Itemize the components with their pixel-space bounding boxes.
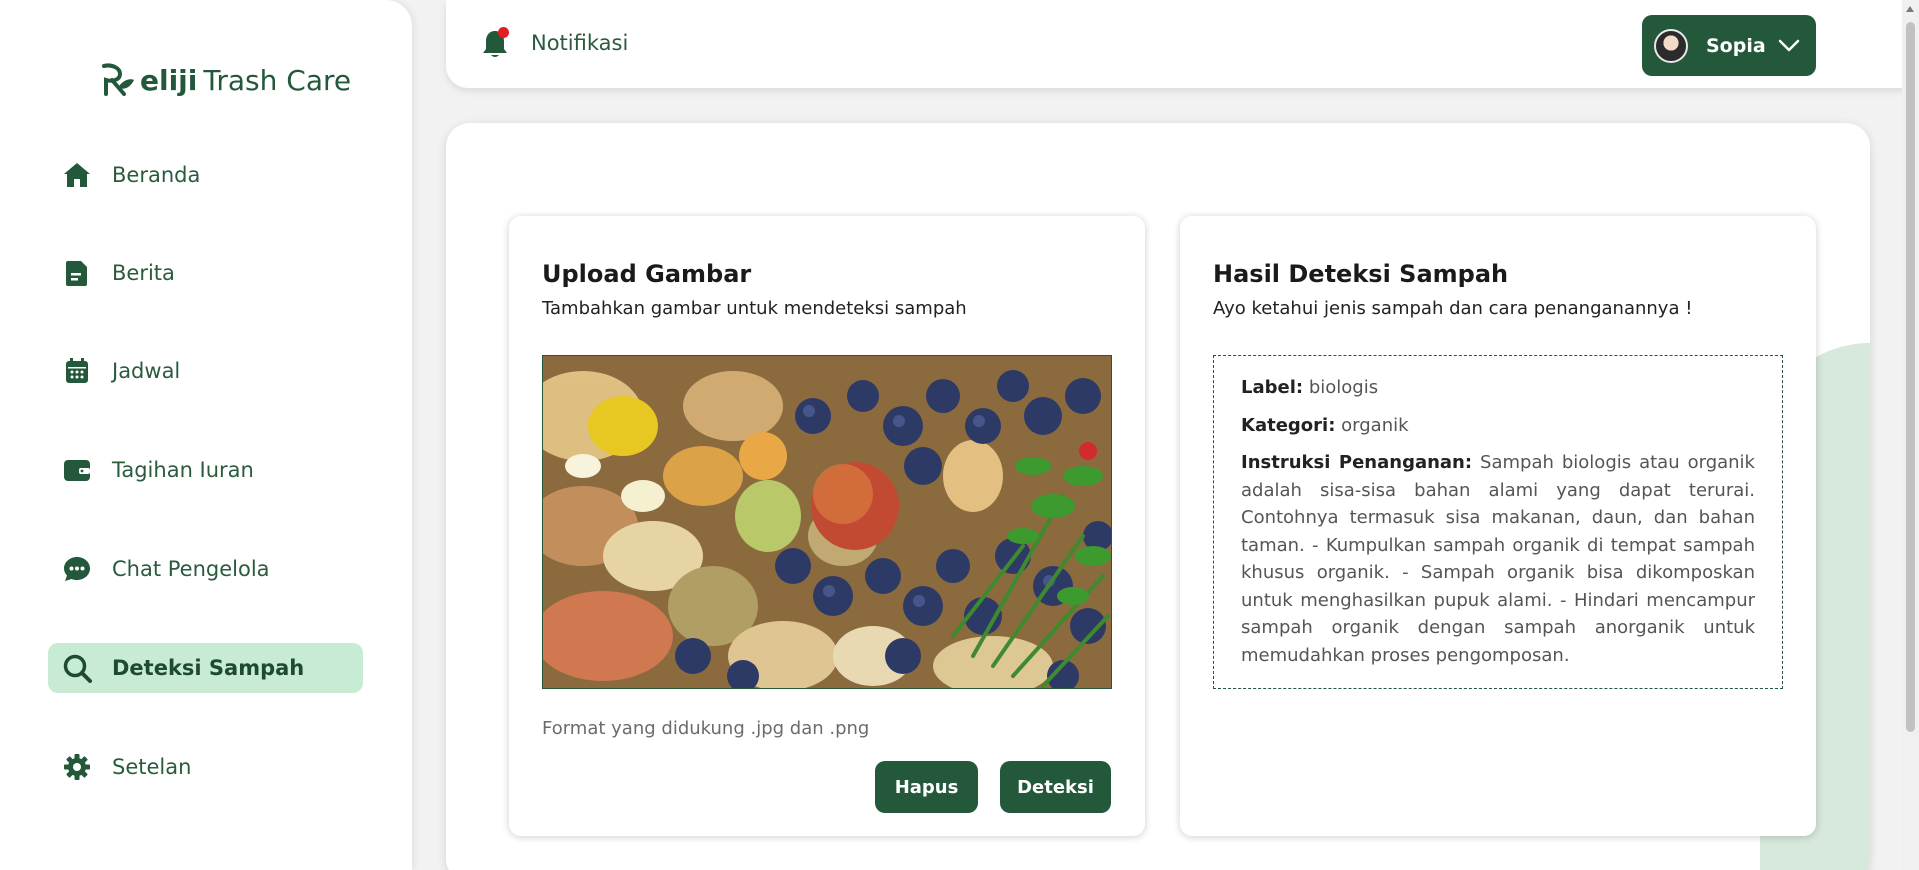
- brand-name-rest: Trash Care: [203, 63, 352, 97]
- result-instruction-key: Instruksi Penanganan:: [1241, 452, 1473, 473]
- result-title: Hasil Deteksi Sampah: [1213, 260, 1509, 288]
- scrollbar-thumb[interactable]: [1906, 22, 1915, 732]
- result-label-key: Label:: [1241, 377, 1304, 398]
- search-icon: [62, 653, 92, 683]
- result-card: Hasil Deteksi Sampah Ayo ketahui jenis s…: [1180, 216, 1816, 836]
- upload-title: Upload Gambar: [542, 260, 752, 288]
- main-panel: Upload Gambar Tambahkan gambar untuk men…: [446, 123, 1870, 870]
- wallet-icon: [62, 455, 92, 485]
- result-category-key: Kategori:: [1241, 414, 1336, 436]
- result-category-value: organik: [1341, 414, 1409, 436]
- sidebar-item-deteksi-sampah[interactable]: Deteksi Sampah: [48, 643, 363, 693]
- result-subtitle: Ayo ketahui jenis sampah dan cara penang…: [1213, 298, 1693, 319]
- top-bar: Notifikasi Sopia: [446, 0, 1906, 88]
- detect-button[interactable]: Deteksi: [1000, 761, 1111, 813]
- gear-icon: [62, 752, 92, 782]
- document-icon: [62, 258, 92, 288]
- format-note: Format yang didukung .jpg dan .png: [542, 718, 870, 739]
- sidebar-item-label: Jadwal: [112, 359, 181, 383]
- sidebar-item-tagihan-iuran[interactable]: Tagihan Iuran: [48, 445, 363, 495]
- notification-dot: [498, 27, 509, 38]
- result-instruction-value: Sampah biologis atau organik adalah sisa…: [1241, 452, 1755, 666]
- image-preview[interactable]: [542, 355, 1112, 689]
- avatar: [1654, 28, 1688, 63]
- upload-subtitle: Tambahkan gambar untuk mendeteksi sampah: [542, 298, 967, 319]
- scroll-up-arrow-icon[interactable]: [1906, 6, 1914, 12]
- sidebar-item-label: Beranda: [112, 163, 201, 187]
- result-category-row: Kategori: organik: [1241, 412, 1755, 440]
- user-name: Sopia: [1706, 34, 1766, 57]
- chevron-down-icon: [1778, 39, 1799, 51]
- brand-logo[interactable]: eliji Trash Care: [98, 62, 351, 98]
- result-box: Label: biologis Kategori: organik Instru…: [1213, 355, 1783, 689]
- sidebar-item-label: Tagihan Iuran: [112, 458, 254, 482]
- scrollbar[interactable]: [1902, 0, 1919, 870]
- notification-label[interactable]: Notifikasi: [531, 31, 628, 55]
- brand-name-strong: eliji: [140, 63, 198, 97]
- leaf-logo-icon: [102, 63, 134, 96]
- sidebar-item-label: Chat Pengelola: [112, 557, 270, 581]
- sidebar-item-setelan[interactable]: Setelan: [48, 742, 363, 792]
- home-icon: [62, 160, 92, 190]
- upload-card: Upload Gambar Tambahkan gambar untuk men…: [509, 216, 1145, 836]
- result-label-value: biologis: [1308, 377, 1379, 398]
- sidebar-item-label: Berita: [112, 261, 175, 285]
- sidebar: eliji Trash Care Beranda Berita Jadwal T…: [0, 0, 412, 870]
- user-menu-button[interactable]: Sopia: [1642, 15, 1816, 76]
- sidebar-item-berita[interactable]: Berita: [48, 248, 363, 298]
- chat-icon: [62, 554, 92, 584]
- calendar-icon: [62, 356, 92, 386]
- result-instruction: Instruksi Penanganan: Sampah biologis at…: [1241, 449, 1755, 669]
- sidebar-item-label: Setelan: [112, 755, 192, 779]
- result-label-row: Label: biologis: [1241, 374, 1755, 402]
- sidebar-item-jadwal[interactable]: Jadwal: [48, 346, 363, 396]
- sidebar-item-chat-pengelola[interactable]: Chat Pengelola: [48, 544, 363, 594]
- food-waste-image: [543, 356, 1111, 688]
- sidebar-item-label: Deteksi Sampah: [112, 656, 305, 680]
- delete-button[interactable]: Hapus: [875, 761, 978, 813]
- sidebar-item-beranda[interactable]: Beranda: [48, 150, 363, 200]
